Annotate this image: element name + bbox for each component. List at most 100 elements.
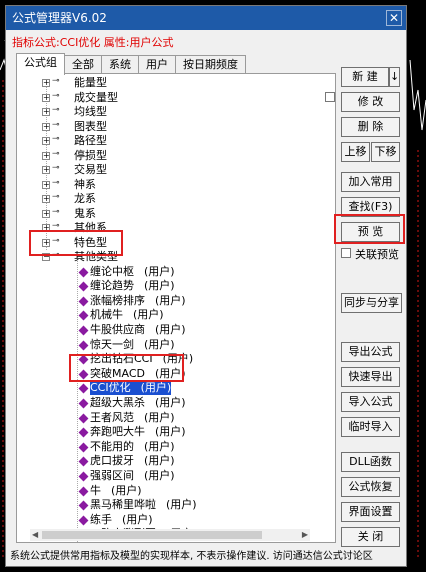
formula-name: 王者风范: [90, 410, 134, 424]
expand-icon[interactable]: +: [42, 209, 50, 218]
tab-system[interactable]: 系统: [101, 55, 139, 74]
assoc-preview-label: 关联预览: [355, 248, 399, 261]
tree-category[interactable]: 能量型: [74, 76, 107, 90]
scroll-right-icon[interactable]: ▶: [302, 529, 308, 541]
tree-side-checkbox[interactable]: [325, 92, 335, 102]
tree-category[interactable]: 停损型: [74, 149, 107, 163]
formula-restore-button[interactable]: 公式恢复: [341, 477, 400, 497]
tab-by-date-frequency[interactable]: 按日期频度: [175, 55, 246, 74]
tree-horizontal-scrollbar[interactable]: ◀ ▶: [30, 529, 310, 541]
formula-info-line: 指标公式:CCI优化 属性:用户公式: [12, 36, 174, 49]
tree-item[interactable]: 惊天一剑 (用户): [90, 338, 175, 352]
formula-name: 涨幅榜排序: [90, 293, 145, 307]
tree-item[interactable]: 练手 (用户): [90, 513, 153, 527]
expand-icon[interactable]: +: [42, 195, 50, 203]
formula-owner-tag: (用户): [111, 483, 142, 497]
formula-owner-tag: (用户): [122, 512, 153, 526]
tab-all[interactable]: 全部: [64, 55, 102, 74]
expand-icon[interactable]: +: [42, 180, 50, 189]
expand-icon[interactable]: +: [42, 79, 50, 87]
tree-category[interactable]: 成交量型: [74, 91, 118, 105]
formula-name: 缠论中枢: [90, 264, 134, 278]
ui-settings-button[interactable]: 界面设置: [341, 502, 400, 522]
formula-manager-window: 公式管理器V6.02 ✕ 指标公式:CCI优化 属性:用户公式 公式组 全部 系…: [5, 5, 407, 567]
tree-item[interactable]: 虎口拔牙 (用户): [90, 454, 175, 468]
expand-icon[interactable]: +: [42, 122, 50, 131]
new-button[interactable]: 新 建: [341, 67, 389, 87]
tree-guide-line: [77, 254, 78, 542]
tree-item[interactable]: 黑马稀里哗啦 (用户): [90, 498, 197, 512]
tab-formula-group[interactable]: 公式组: [16, 53, 65, 75]
title-bar: 公式管理器V6.02 ✕: [6, 6, 406, 30]
modify-button[interactable]: 修 改: [341, 92, 400, 112]
annotation-box-category: [29, 230, 123, 256]
tree-item[interactable]: 王者风范 (用户): [90, 411, 175, 425]
new-dropdown-button[interactable]: ↓: [389, 67, 400, 87]
tree-item[interactable]: 牛 (用户): [90, 484, 142, 498]
expand-icon[interactable]: +: [42, 93, 50, 102]
formula-name: 奔跑吧大牛: [90, 425, 145, 439]
tree-category[interactable]: 鬼系: [74, 207, 96, 221]
tree-category[interactable]: 交易型: [74, 163, 107, 177]
formula-gem-icon: [78, 267, 89, 277]
tab-bar: 公式组 全部 系统 用户 按日期频度: [16, 53, 246, 75]
tree-item[interactable]: 牛股供应商 (用户): [90, 323, 186, 337]
formula-name: 惊天一剑: [90, 337, 134, 351]
tree-item[interactable]: 强弱区间 (用户): [90, 469, 175, 483]
tree-item-selected[interactable]: CCI优化 (用户): [90, 381, 172, 396]
dll-function-button[interactable]: DLL函数: [341, 452, 400, 472]
formula-name: 超级大黑杀: [90, 395, 145, 409]
tree-item[interactable]: 奔跑吧大牛 (用户): [90, 425, 186, 439]
tree-item[interactable]: 缠论中枢 (用户): [90, 265, 175, 279]
formula-owner-tag: (用户): [155, 293, 186, 307]
formula-owner-tag: (用户): [133, 308, 164, 322]
add-common-button[interactable]: 加入常用: [341, 172, 400, 192]
formula-name: 强弱区间: [90, 468, 134, 482]
formula-owner-tag: (用户): [166, 498, 197, 512]
tree-item[interactable]: 不能用的 (用户): [90, 440, 175, 454]
close-button[interactable]: 关 闭: [341, 527, 400, 547]
temp-import-button[interactable]: 临时导入: [341, 417, 400, 437]
formula-name: 机械牛: [90, 308, 123, 322]
tree-item[interactable]: 超级大黑杀 (用户): [90, 396, 186, 410]
tab-user[interactable]: 用户: [138, 55, 176, 74]
expand-icon[interactable]: +: [42, 151, 50, 160]
formula-owner-tag: (用户): [144, 439, 175, 453]
formula-gem-icon: [78, 325, 89, 336]
formula-owner-tag: (用户): [144, 542, 175, 543]
formula-owner-tag: (用户): [140, 381, 172, 395]
formula-gem-icon: [78, 398, 89, 409]
formula-name: 练手: [90, 512, 112, 526]
formula-tree[interactable]: + ⊸ 能量型 + ⊸ 成交量型 + ⊸ 均线型 + ⊸ 图表型 + ⊸ 路径型 + ⊸ 停损型 + ⊸ 交易型 + ⊸ 神系…: [16, 73, 336, 543]
expand-icon[interactable]: +: [42, 166, 50, 174]
scroll-thumb[interactable]: [42, 531, 262, 539]
import-formula-button[interactable]: 导入公式: [341, 392, 400, 412]
formula-gem-icon: [78, 427, 89, 438]
assoc-preview-checkbox[interactable]: [341, 248, 351, 258]
expand-icon[interactable]: +: [42, 108, 50, 116]
tree-category[interactable]: 路径型: [74, 134, 107, 148]
formula-gem-icon: [78, 296, 89, 307]
window-title: 公式管理器V6.02: [12, 11, 107, 25]
tree-item[interactable]: 涨幅榜排序 (用户): [90, 294, 186, 308]
formula-gem-icon: [78, 281, 89, 292]
close-icon[interactable]: ✕: [386, 10, 402, 26]
tree-category[interactable]: 图表型: [74, 120, 107, 134]
delete-button[interactable]: 删 除: [341, 117, 400, 137]
move-down-button[interactable]: 下移: [371, 142, 400, 162]
folder-key-icon: ⊸: [52, 90, 60, 101]
tree-item[interactable]: 机械牛 (用户): [90, 308, 164, 322]
move-up-button[interactable]: 上移: [341, 142, 370, 162]
export-formula-button[interactable]: 导出公式: [341, 342, 400, 362]
tree-category[interactable]: 均线型: [74, 105, 107, 119]
tree-item[interactable]: 缠论趋势 (用户): [90, 279, 175, 293]
scroll-left-icon[interactable]: ◀: [32, 529, 38, 541]
tree-category[interactable]: 神系: [74, 178, 96, 192]
tree-item[interactable]: 日讲斗金 (用户): [90, 542, 175, 543]
sync-share-button[interactable]: 同步与分享: [341, 293, 402, 313]
tree-category[interactable]: 龙系: [74, 192, 96, 206]
expand-icon[interactable]: +: [42, 137, 50, 145]
formula-gem-icon: [78, 500, 89, 511]
formula-name: 牛股供应商: [90, 322, 145, 336]
quick-export-button[interactable]: 快速导出: [341, 367, 400, 387]
